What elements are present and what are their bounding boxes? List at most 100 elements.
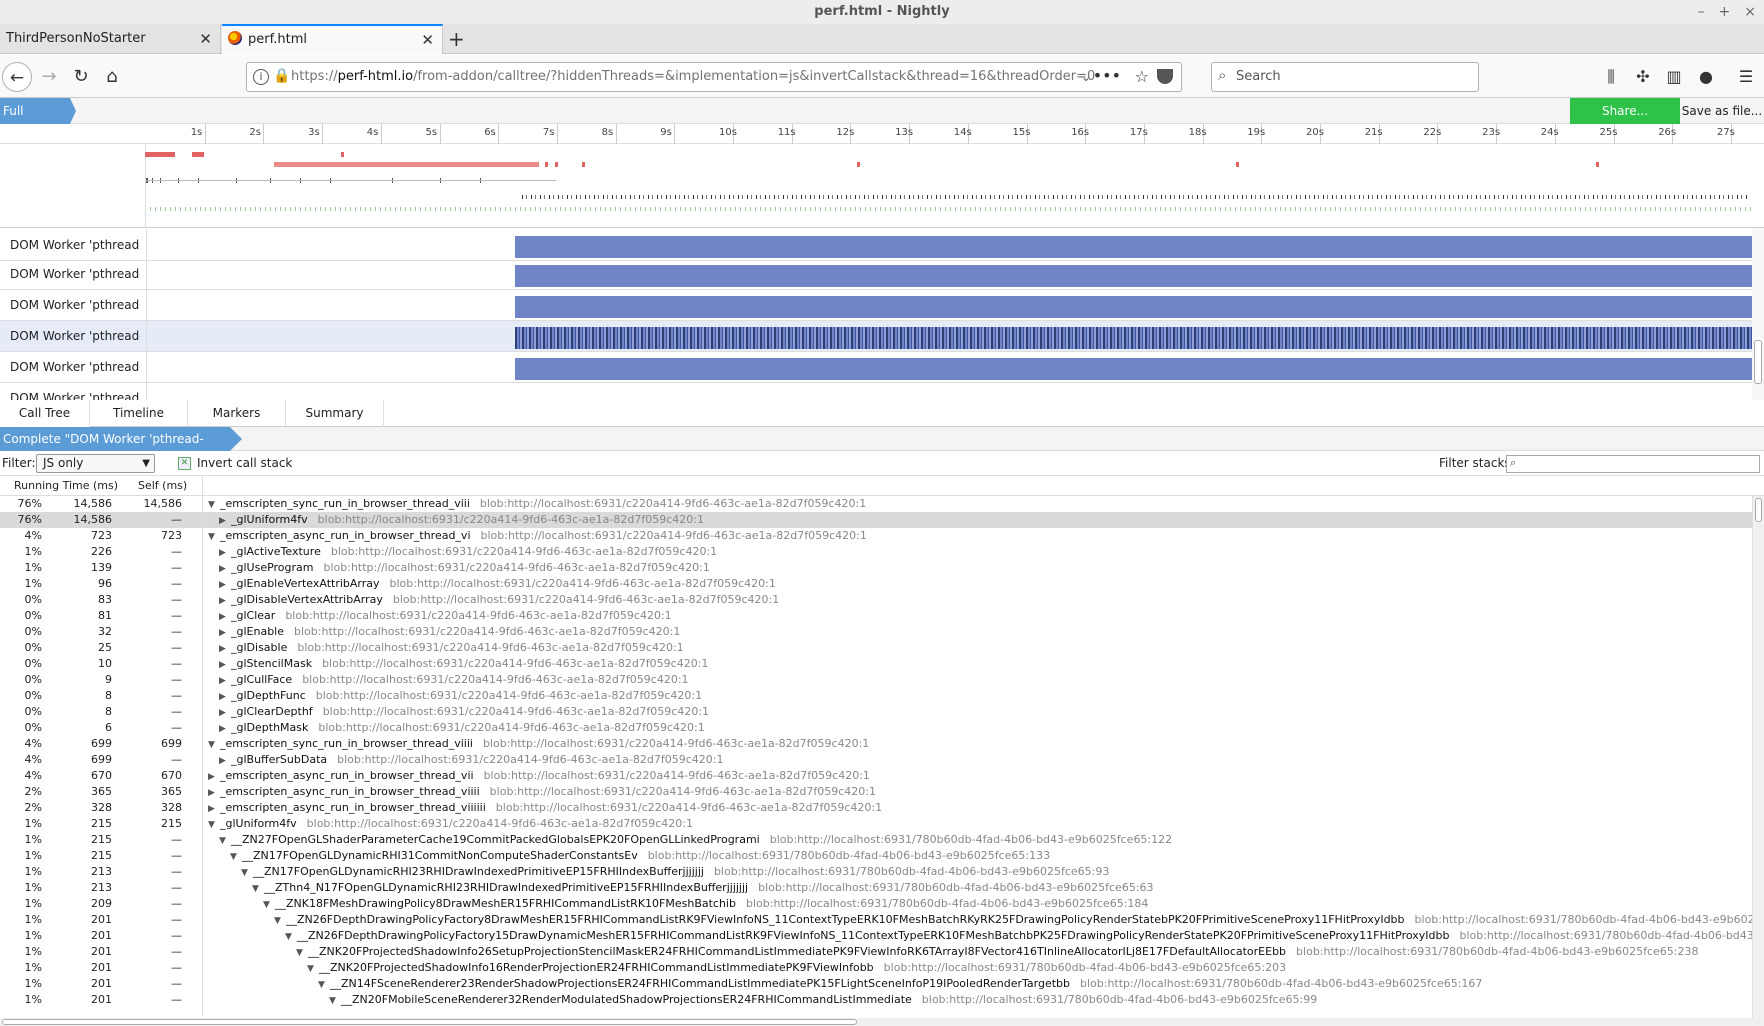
collapsed-twisty-icon[interactable]: ▶ — [208, 785, 220, 801]
bookmark-star-icon[interactable]: ☆ — [1135, 63, 1149, 91]
new-tab-icon[interactable]: + — [448, 24, 465, 54]
tree-row[interactable]: 0% 32 — ▶ _glEnable blob:http://localhost:693… — [0, 624, 1752, 640]
tab-perf-html[interactable]: perf.html ✕ — [222, 24, 443, 54]
function-cell[interactable]: ▼ _emscripten_sync_run_in_browser_thread_… — [208, 496, 866, 513]
minimize-icon[interactable]: – — [1698, 0, 1705, 24]
collapsed-twisty-icon[interactable]: ▶ — [219, 689, 231, 705]
collapsed-twisty-icon[interactable]: ▶ — [219, 561, 231, 577]
maximize-icon[interactable]: + — [1719, 0, 1731, 24]
account-icon[interactable]: ● — [1692, 62, 1720, 92]
tracks-scrollbar-thumb[interactable] — [1754, 340, 1762, 384]
function-cell[interactable]: ▼ __ZN17FOpenGLDynamicRHI31CommitNonCompu… — [230, 848, 1050, 865]
tree-row[interactable]: 0% 9 — ▶ _glCullFace blob:http://localhost:69… — [0, 672, 1752, 688]
tree-row[interactable]: 1% 215 — ▼ __ZN27FOpenGLShaderParameterCache… — [0, 832, 1752, 848]
tab-markers[interactable]: Markers — [188, 400, 286, 427]
thread-activity-graph[interactable] — [515, 236, 1753, 258]
home-icon[interactable]: ⌂ — [97, 62, 127, 92]
tree-row[interactable]: 1% 96 — ▶ _glEnableVertexAttribArray blob:htt… — [0, 576, 1752, 592]
thread-track[interactable]: DOM Worker 'pthread-... — [0, 321, 1764, 352]
tree-row[interactable]: 0% 10 — ▶ _glStencilMask blob:http://localhos… — [0, 656, 1752, 672]
collapsed-twisty-icon[interactable]: ▶ — [219, 625, 231, 641]
tree-row[interactable]: 4% 699 — ▶ _glBufferSubData blob:http://local… — [0, 752, 1752, 768]
collapsed-twisty-icon[interactable]: ▶ — [219, 753, 231, 769]
tree-row[interactable]: 0% 81 — ▶ _glClear blob:http://localhost:6931… — [0, 608, 1752, 624]
function-cell[interactable]: ▶ _glDisable blob:http://localhost:6931/c2… — [219, 640, 684, 657]
collapsed-twisty-icon[interactable]: ▶ — [219, 641, 231, 657]
thread-track-label[interactable]: DOM Worker 'pthread-... — [10, 321, 140, 351]
expanded-twisty-icon[interactable]: ▼ — [208, 497, 220, 513]
collapsed-twisty-icon[interactable]: ▶ — [219, 545, 231, 561]
tree-row[interactable]: 4% 670 670 ▶ _emscripten_async_run_in_browse… — [0, 768, 1752, 784]
collapsed-twisty-icon[interactable]: ▶ — [219, 593, 231, 609]
tree-row[interactable]: 0% 25 — ▶ _glDisable blob:http://localhost:69… — [0, 640, 1752, 656]
thread-track-label[interactable]: DOM Worker 'pthread-... — [10, 230, 140, 260]
expanded-twisty-icon[interactable]: ▼ — [307, 961, 319, 977]
collapsed-twisty-icon[interactable]: ▶ — [208, 801, 220, 817]
expanded-twisty-icon[interactable]: ▼ — [241, 865, 253, 881]
tree-row[interactable]: 4% 723 723 ▼ _emscripten_async_run_in_browse… — [0, 528, 1752, 544]
expanded-twisty-icon[interactable]: ▼ — [252, 881, 264, 897]
function-cell[interactable]: ▶ _glClearDepthf blob:http://localhost:693… — [219, 704, 709, 721]
function-cell[interactable]: ▼ __ZN26FDepthDrawingPolicyFactory8DrawMe… — [274, 912, 1752, 929]
function-cell[interactable]: ▶ _glBufferSubData blob:http://localhost:6… — [219, 752, 723, 769]
share-button[interactable]: Share... — [1570, 98, 1680, 124]
tree-row[interactable]: 2% 328 328 ▶ _emscripten_async_run_in_browse… — [0, 800, 1752, 816]
tree-row[interactable]: 76% 14,586 14,586 ▼ _emscripten_sync_run_in_… — [0, 496, 1752, 512]
collapsed-twisty-icon[interactable]: ▶ — [219, 721, 231, 737]
function-cell[interactable]: ▶ _glDepthMask blob:http://localhost:6931/… — [219, 720, 705, 737]
function-cell[interactable]: ▶ _emscripten_async_run_in_browser_thread… — [208, 800, 882, 817]
save-as-file-button[interactable]: Save as file... — [1680, 98, 1764, 124]
tree-row[interactable]: 4% 699 699 ▼ _emscripten_sync_run_in_browser… — [0, 736, 1752, 752]
tree-row[interactable]: 1% 226 — ▶ _glActiveTexture blob:http://local… — [0, 544, 1752, 560]
thread-track[interactable]: DOM Worker 'pthread-... — [0, 352, 1764, 383]
tree-row[interactable]: 1% 201 — ▼ __ZN14FSceneRenderer23RenderShado… — [0, 976, 1752, 992]
function-cell[interactable]: ▼ __ZN20FMobileSceneRenderer32RenderModul… — [329, 992, 1317, 1009]
thread-activity-graph[interactable] — [515, 327, 1753, 349]
function-cell[interactable]: ▶ _emscripten_async_run_in_browser_thread… — [208, 784, 876, 801]
tree-row[interactable]: 1% 201 — ▼ __ZNK20FProjectedShadowInfo16Rend… — [0, 960, 1752, 976]
function-cell[interactable]: ▶ _glStencilMask blob:http://localhost:693… — [219, 656, 708, 673]
collapsed-twisty-icon[interactable]: ▶ — [219, 705, 231, 721]
function-cell[interactable]: ▼ __ZThn4_N17FOpenGLDynamicRHI23RHIDrawIn… — [252, 880, 1154, 897]
back-arrow-icon[interactable]: ← — [2, 62, 32, 92]
thread-track[interactable]: DOM Worker 'pthread-... — [0, 230, 1764, 261]
tree-row[interactable]: 1% 139 — ▶ _glUseProgram blob:http://localhos… — [0, 560, 1752, 576]
expanded-twisty-icon[interactable]: ▼ — [263, 897, 275, 913]
call-tree-hscrollbar-thumb[interactable] — [2, 1019, 857, 1025]
thread-track-label[interactable]: DOM Worker 'pthread-... — [10, 352, 140, 382]
tree-row[interactable]: 0% 83 — ▶ _glDisableVertexAttribArray blob:ht… — [0, 592, 1752, 608]
call-tree[interactable]: 76% 14,586 14,586 ▼ _emscripten_sync_run_in_… — [0, 496, 1752, 1018]
lock-icon[interactable]: 🔒 — [273, 68, 290, 84]
search-bar[interactable]: ⌕ Search — [1211, 62, 1479, 92]
thread-breadcrumb[interactable]: Complete "DOM Worker 'pthread-main.js'" — [0, 427, 242, 451]
tree-row[interactable]: 1% 213 — ▼ __ZN17FOpenGLDynamicRHI23RHIDrawI… — [0, 864, 1752, 880]
url-dropdown-icon[interactable]: ⌄ — [1081, 63, 1091, 91]
forward-arrow-icon[interactable]: → — [34, 62, 64, 92]
thread-activity-graph[interactable] — [515, 265, 1753, 287]
function-cell[interactable]: ▼ __ZN17FOpenGLDynamicRHI23RHIDrawIndexed… — [241, 864, 1109, 881]
tree-row[interactable]: 1% 209 — ▼ __ZNK18FMeshDrawingPolicy8DrawMes… — [0, 896, 1752, 912]
thread-activity-graph[interactable] — [515, 296, 1753, 318]
url-bar[interactable]: i 🔒 https://perf-html.io/from-addon/call… — [246, 62, 1182, 92]
function-cell[interactable]: ▶ _glEnableVertexAttribArray blob:http://l… — [219, 576, 776, 593]
tree-row[interactable]: 1% 213 — ▼ __ZThn4_N17FOpenGLDynamicRHI23RHI… — [0, 880, 1752, 896]
call-tree-horizontal-scrollbar[interactable] — [0, 1018, 1764, 1026]
function-cell[interactable]: ▼ _emscripten_sync_run_in_browser_thread_… — [208, 736, 869, 753]
function-cell[interactable]: ▼ __ZN26FDepthDrawingPolicyFactory15DrawD… — [285, 928, 1752, 945]
tree-row[interactable]: 1% 201 — ▼ __ZN20FMobileSceneRenderer32Rende… — [0, 992, 1752, 1008]
collapsed-twisty-icon[interactable]: ▶ — [219, 657, 231, 673]
tree-row[interactable]: 0% 8 — ▶ _glDepthFunc blob:http://localhost:6… — [0, 688, 1752, 704]
function-cell[interactable]: ▼ __ZN27FOpenGLShaderParameterCache19Comm… — [219, 832, 1172, 849]
extension-icon[interactable]: ✣ — [1629, 62, 1657, 92]
expanded-twisty-icon[interactable]: ▼ — [219, 833, 231, 849]
tab-summary[interactable]: Summary — [286, 400, 384, 427]
filter-stacks-input[interactable]: ⌕ — [1506, 455, 1760, 473]
function-cell[interactable]: ▶ _glCullFace blob:http://localhost:6931/c… — [219, 672, 689, 689]
page-actions-icon[interactable]: ••• — [1093, 63, 1121, 89]
thread-activity-graph[interactable] — [515, 358, 1753, 380]
function-cell[interactable]: ▼ __ZNK20FProjectedShadowInfo26SetupProje… — [296, 944, 1698, 961]
function-cell[interactable]: ▼ __ZN14FSceneRenderer23RenderShadowProje… — [318, 976, 1482, 993]
collapsed-twisty-icon[interactable]: ▶ — [219, 513, 231, 529]
function-cell[interactable]: ▼ _glUniform4fv blob:http://localhost:6931… — [208, 816, 693, 833]
function-cell[interactable]: ▶ _glUseProgram blob:http://localhost:6931… — [219, 560, 710, 577]
